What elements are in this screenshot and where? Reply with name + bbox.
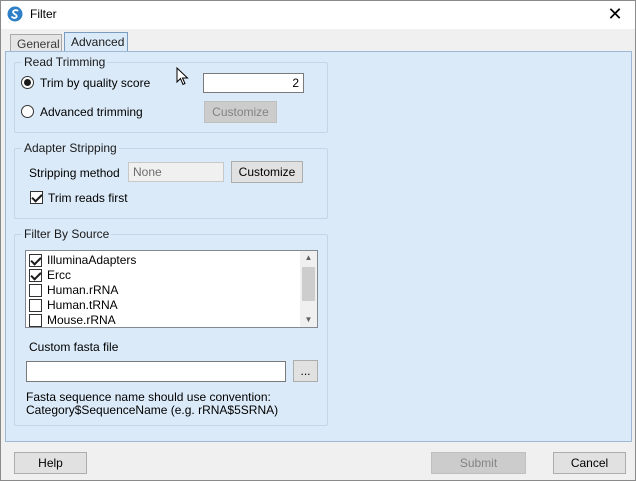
source-checkbox[interactable] — [29, 269, 42, 282]
source-item-label: IlluminaAdapters — [47, 253, 137, 267]
adapter-stripping-group: Adapter Stripping Stripping method Custo… — [14, 141, 328, 219]
close-icon[interactable]: ✕ — [601, 3, 629, 25]
source-item-label: Human.rRNA — [47, 283, 119, 297]
filter-dialog: Filter ✕ General Advanced Read Trimming … — [0, 0, 636, 481]
source-item-human-rrna[interactable]: Human.rRNA — [28, 283, 300, 298]
source-item-label: Ercc — [47, 268, 71, 282]
stripping-method-field[interactable] — [128, 162, 224, 182]
title-bar: Filter ✕ — [1, 1, 635, 29]
filter-by-source-label: Filter By Source — [22, 227, 112, 241]
advanced-tab-panel: Read Trimming Trim by quality score Adva… — [5, 51, 632, 442]
browse-button[interactable]: ... — [293, 360, 318, 382]
custom-fasta-input[interactable] — [26, 361, 286, 382]
source-item-human-trna[interactable]: Human.tRNA — [28, 298, 300, 313]
filter-by-source-group: Filter By Source IlluminaAdapters Ercc H… — [14, 227, 328, 426]
chevron-down-icon[interactable]: ▼ — [300, 313, 317, 327]
source-checkbox[interactable] — [29, 299, 42, 312]
trim-reads-first-checkbox[interactable] — [30, 191, 43, 204]
custom-fasta-label: Custom fasta file — [29, 340, 119, 354]
adapter-stripping-label: Adapter Stripping — [22, 141, 119, 155]
help-button[interactable]: Help — [14, 452, 87, 474]
advanced-trimming-label: Advanced trimming — [40, 105, 143, 119]
tab-general[interactable]: General — [10, 34, 62, 52]
trim-reads-first-label: Trim reads first — [48, 191, 128, 205]
tab-advanced[interactable]: Advanced — [64, 32, 128, 53]
trimming-customize-button[interactable]: Customize — [204, 101, 277, 123]
chevron-up-icon[interactable]: ▲ — [300, 251, 317, 265]
source-item-mouse-rrna[interactable]: Mouse.rRNA — [28, 313, 300, 327]
source-list-scrollbar[interactable]: ▲ ▼ — [300, 251, 317, 327]
trim-quality-label: Trim by quality score — [40, 76, 151, 90]
source-item-illumina-adapters[interactable]: IlluminaAdapters — [28, 253, 300, 268]
stripping-customize-button[interactable]: Customize — [231, 161, 303, 183]
fasta-note-line1: Fasta sequence name should use conventio… — [26, 390, 271, 404]
mouse-cursor-icon — [176, 67, 189, 86]
source-checkbox[interactable] — [29, 254, 42, 267]
stripping-method-label: Stripping method — [29, 166, 120, 180]
submit-button[interactable]: Submit — [431, 452, 526, 474]
source-item-ercc[interactable]: Ercc — [28, 268, 300, 283]
read-trimming-group: Read Trimming Trim by quality score Adva… — [14, 55, 328, 133]
window-title: Filter — [30, 7, 57, 21]
source-item-label: Mouse.rRNA — [47, 313, 116, 327]
source-item-label: Human.tRNA — [47, 298, 118, 312]
fasta-note-line2: Category$SequenceName (e.g. rRNA$5SRNA) — [26, 403, 279, 417]
trim-quality-radio[interactable] — [21, 76, 34, 89]
read-trimming-label: Read Trimming — [22, 55, 108, 69]
cancel-button[interactable]: Cancel — [553, 452, 626, 474]
source-checkbox[interactable] — [29, 284, 42, 297]
scroll-thumb[interactable] — [302, 267, 315, 301]
source-list[interactable]: IlluminaAdapters Ercc Human.rRNA Human.t… — [25, 250, 318, 328]
app-logo-icon — [7, 6, 23, 22]
quality-score-input[interactable] — [203, 73, 304, 93]
advanced-trimming-radio[interactable] — [21, 105, 34, 118]
source-checkbox[interactable] — [29, 314, 42, 327]
